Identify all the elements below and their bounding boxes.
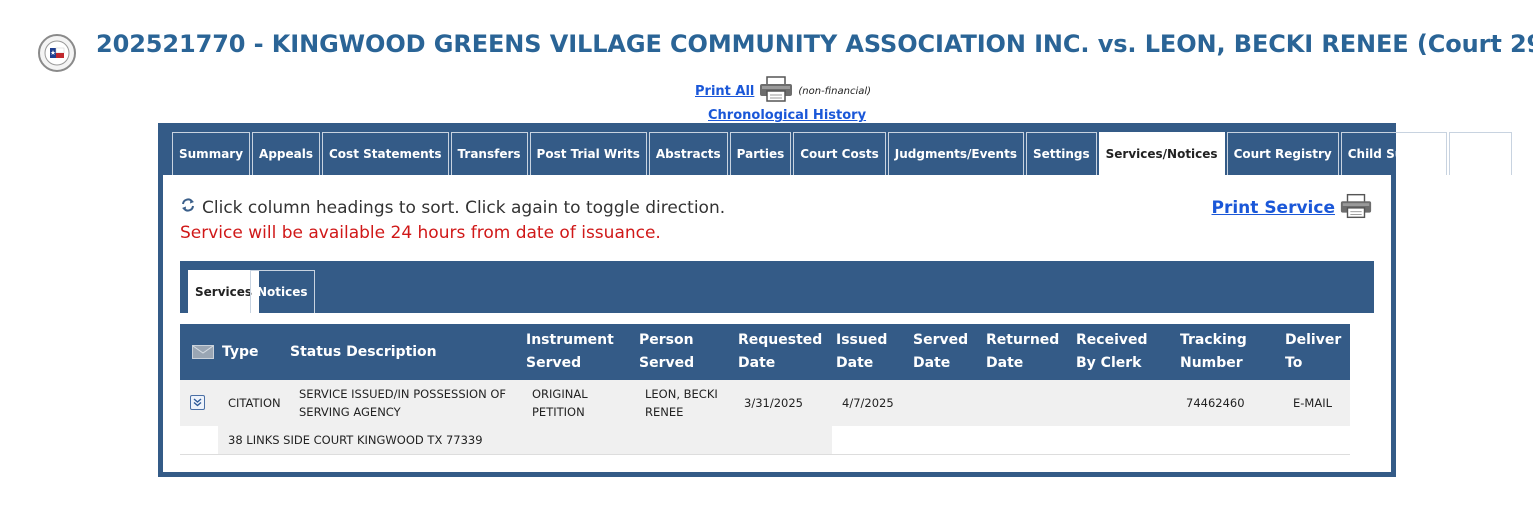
tab-transfers[interactable]: Transfers	[450, 132, 528, 175]
sort-hint-text: Click column headings to sort. Click aga…	[202, 197, 726, 218]
expand-icon[interactable]	[190, 395, 205, 410]
column-header-instrument-served[interactable]: Instrument Served	[522, 324, 635, 380]
county-seal-icon	[38, 34, 76, 72]
column-header-served-date[interactable]: Served Date	[909, 324, 982, 380]
column-header-status-description[interactable]: Status Description	[286, 324, 522, 380]
print-all-link[interactable]: Print All	[695, 84, 754, 99]
cell-tracking-number: 74462460	[1176, 380, 1281, 426]
column-header-deliver-to[interactable]: Deliver To	[1281, 324, 1350, 380]
cell-issued-date: 4/7/2025	[832, 380, 909, 426]
tab-court-registry[interactable]: Court Registry	[1226, 132, 1339, 175]
refresh-icon	[180, 197, 196, 218]
cell-served-date	[909, 380, 982, 426]
sort-hint: Click column headings to sort. Click aga…	[180, 197, 725, 218]
case-detail-panel: Summary Appeals Cost Statements Transfer…	[158, 123, 1513, 477]
address-row: 38 LINKS SIDE COURT KINGWOOD TX 77339	[180, 426, 1350, 455]
tab-abstracts[interactable]: Abstracts	[648, 132, 728, 175]
print-service-link[interactable]: Print Service	[1212, 198, 1336, 218]
cell-received-by-clerk	[1072, 380, 1176, 426]
cell-status-description: SERVICE ISSUED/IN POSSESSION OF SERVING …	[286, 380, 522, 426]
tab-judgments-events[interactable]: Judgments/Events	[887, 132, 1024, 175]
envelope-header-cell	[180, 324, 218, 380]
tab-cost-statements[interactable]: Cost Statements	[322, 132, 449, 175]
services-subtabs: Services Notices	[180, 261, 1374, 313]
table-header-row: Type Status Description Instrument Serve…	[180, 324, 1350, 380]
page-title: 202521770 - KINGWOOD GREENS VILLAGE COMM…	[96, 30, 1533, 58]
print-all-group: Print All (non-financial)	[695, 76, 871, 106]
tab-summary[interactable]: Summary	[172, 132, 251, 175]
column-header-requested-date[interactable]: Requested Date	[734, 324, 832, 380]
tab-child-support[interactable]: Child Support	[1340, 132, 1448, 175]
availability-message: Service will be available 24 hours from …	[180, 223, 661, 243]
tab-appeals[interactable]: Appeals	[252, 132, 320, 175]
tab-settings[interactable]: Settings	[1025, 132, 1097, 175]
table-row: CITATION SERVICE ISSUED/IN POSSESSION OF…	[180, 380, 1350, 426]
cell-returned-date	[982, 380, 1072, 426]
column-header-returned-date[interactable]: Returned Date	[982, 324, 1072, 380]
column-header-received-by-clerk[interactable]: Received By Clerk	[1072, 324, 1176, 380]
cell-person-served: LEON, BECKI RENEE	[635, 380, 734, 426]
printer-icon[interactable]	[1339, 193, 1373, 223]
column-header-tracking-number[interactable]: Tracking Number	[1176, 324, 1281, 380]
services-notices-content: Click column headings to sort. Click aga…	[163, 175, 1391, 472]
tab-court-costs[interactable]: Court Costs	[793, 132, 886, 175]
tab-services[interactable]: Services	[188, 270, 260, 313]
print-service-group: Print Service	[1212, 193, 1374, 223]
cell-deliver-to: E-MAIL	[1281, 380, 1350, 426]
tab-notices[interactable]: Notices	[250, 270, 315, 313]
tab-services-notices[interactable]: Services/Notices	[1098, 132, 1225, 175]
services-table: Type Status Description Instrument Serve…	[180, 324, 1350, 455]
expand-cell	[180, 380, 218, 426]
column-header-type[interactable]: Type	[218, 324, 286, 380]
column-header-issued-date[interactable]: Issued Date	[832, 324, 909, 380]
column-header-person-served[interactable]: Person Served	[635, 324, 734, 380]
chronological-history-link[interactable]: Chronological History	[708, 108, 866, 123]
cell-requested-date: 3/31/2025	[734, 380, 832, 426]
cell-type: CITATION	[218, 380, 286, 426]
tab-post-trial-writs[interactable]: Post Trial Writs	[529, 132, 647, 175]
printer-icon[interactable]	[758, 76, 794, 106]
cell-address: 38 LINKS SIDE COURT KINGWOOD TX 77339	[218, 426, 832, 455]
address-spacer-cell	[180, 426, 218, 455]
tab-parties[interactable]: Parties	[729, 132, 792, 175]
envelope-icon	[184, 344, 214, 360]
tab-images[interactable]: Images	[1449, 132, 1513, 175]
cell-instrument-served: ORIGINAL PETITION	[522, 380, 635, 426]
address-trailing-cell	[832, 426, 1350, 455]
non-financial-note: (non-financial)	[798, 85, 872, 97]
case-tabs: Summary Appeals Cost Statements Transfer…	[172, 132, 1513, 175]
